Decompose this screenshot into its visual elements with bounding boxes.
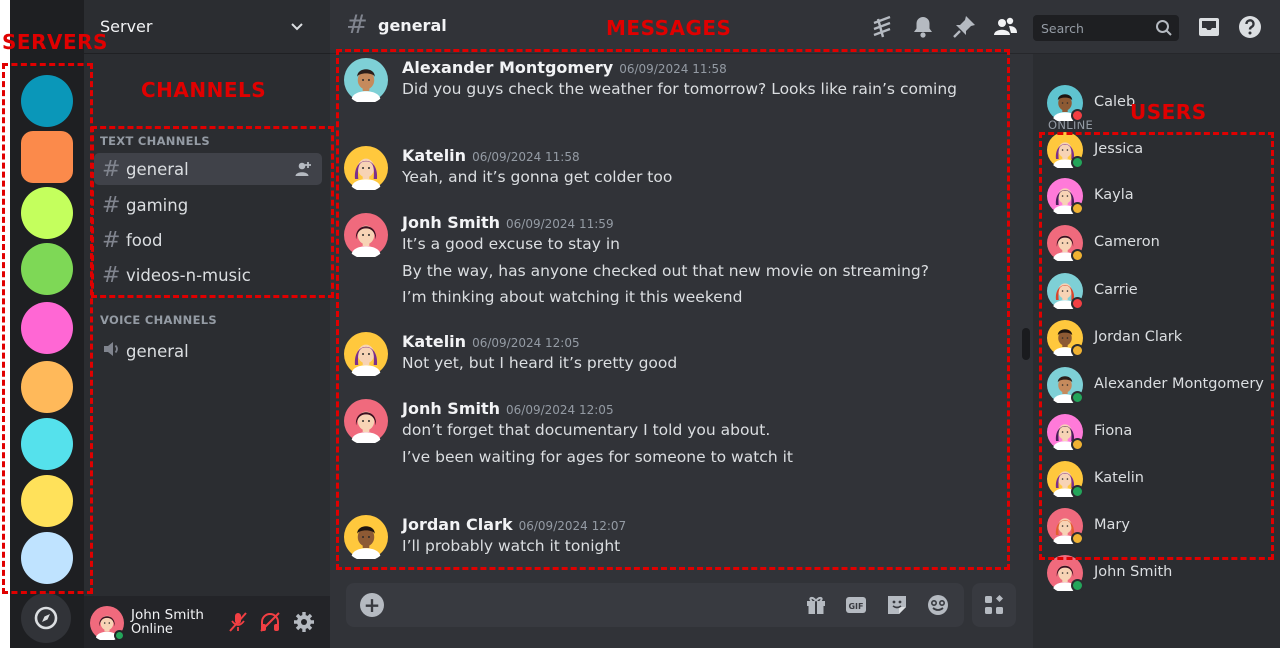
sticker-icon[interactable] <box>885 593 909 617</box>
voice-channels-category[interactable]: VOICE CHANNELS <box>100 313 217 327</box>
channel-label: general <box>126 341 189 361</box>
avatar[interactable] <box>90 606 125 641</box>
channels-annotation: CHANNELS <box>141 78 267 102</box>
pin-icon[interactable] <box>951 14 977 40</box>
speaker-icon <box>102 339 126 364</box>
member-item[interactable]: John Smith <box>1047 555 1272 595</box>
hash-icon: # <box>346 10 368 40</box>
apps-button[interactable] <box>972 583 1016 627</box>
avatar <box>1047 555 1084 592</box>
threads-icon[interactable] <box>869 14 895 40</box>
avatar <box>1047 85 1084 122</box>
member-name: John Smith <box>1094 564 1173 580</box>
user-avatar-image <box>90 606 125 641</box>
chevron-down-icon <box>290 17 330 36</box>
user-panel-status: Online <box>131 622 173 637</box>
search-input[interactable]: Search <box>1033 15 1179 41</box>
headphones-deafened-icon[interactable] <box>258 610 282 634</box>
user-panel-name: John Smith <box>131 607 204 623</box>
online-status-dot <box>114 630 125 641</box>
mic-muted-icon[interactable] <box>226 610 250 634</box>
gear-icon[interactable] <box>292 610 316 634</box>
search-icon <box>1155 19 1173 41</box>
upload-plus-button[interactable]: + <box>360 593 384 617</box>
status-dnd-icon <box>1071 109 1084 122</box>
explore-servers-button[interactable] <box>21 593 71 643</box>
status-online-icon <box>1071 579 1084 592</box>
emoji-icon[interactable] <box>926 593 950 617</box>
message-composer[interactable]: + GIF <box>346 583 964 627</box>
member-name: Caleb <box>1094 94 1136 110</box>
server-name: Server <box>100 17 153 36</box>
inbox-icon[interactable] <box>1196 14 1222 40</box>
scrollbar-thumb[interactable] <box>1022 328 1030 360</box>
header-channel-name: general <box>378 16 447 35</box>
svg-text:GIF: GIF <box>848 602 863 611</box>
servers-annotation: SERVERS <box>2 30 108 54</box>
user-panel: John Smith Online <box>84 596 330 648</box>
channel-header: # general Search <box>330 0 1280 54</box>
help-icon[interactable] <box>1237 14 1263 40</box>
messages-annotation-box <box>336 49 1010 570</box>
users-annotation-box <box>1039 132 1274 560</box>
servers-annotation-box <box>2 63 93 594</box>
server-header[interactable]: Server <box>84 0 330 54</box>
messages-annotation: MESSAGES <box>606 16 732 40</box>
compass-icon <box>34 606 58 630</box>
apps-icon <box>985 595 1003 614</box>
member-list-icon[interactable] <box>992 14 1018 40</box>
gif-icon[interactable]: GIF <box>844 593 868 617</box>
search-placeholder: Search <box>1041 21 1084 36</box>
bell-icon[interactable] <box>910 14 936 40</box>
users-annotation: USERS <box>1130 100 1207 124</box>
channels-annotation-box <box>91 126 334 298</box>
gift-icon[interactable] <box>804 593 828 617</box>
voice-channel-general[interactable]: general <box>94 335 322 367</box>
